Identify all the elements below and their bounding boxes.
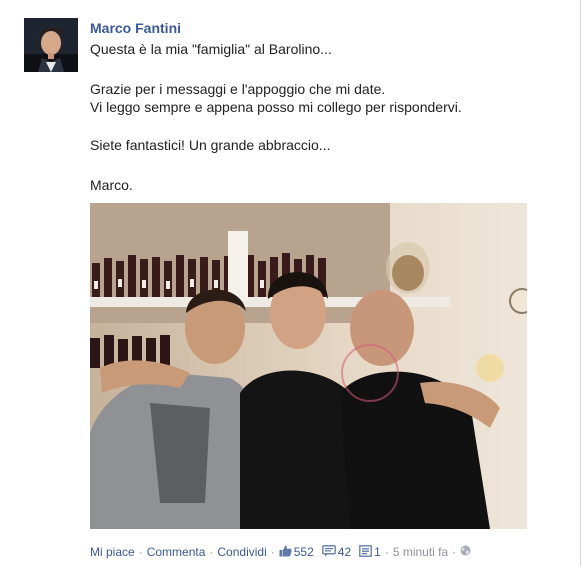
- separator: ·: [270, 545, 275, 559]
- share-icon: [359, 544, 372, 560]
- post-actions-bar: Mi piace · Commenta · Condividi · 552 42…: [90, 544, 473, 560]
- avatar-photo: [24, 18, 78, 72]
- comment-icon: [321, 544, 336, 560]
- post-text-line-1: Questa è la mia "famiglia" al Barolino..…: [90, 41, 332, 57]
- share-button[interactable]: Condividi: [217, 545, 266, 559]
- post-text-line-4: Siete fantastici! Un grande abbraccio...: [90, 137, 331, 153]
- separator: ·: [384, 545, 389, 559]
- comments-count[interactable]: 42: [338, 545, 351, 559]
- post-photo[interactable]: [90, 203, 527, 529]
- photo-image: [90, 203, 527, 529]
- separator: ·: [209, 545, 214, 559]
- avatar[interactable]: [24, 18, 78, 72]
- thumbs-up-icon: [279, 545, 292, 560]
- post-text-line-3: Vi leggo sempre e appena posso mi colleg…: [90, 99, 462, 115]
- author-name[interactable]: Marco Fantini: [90, 20, 181, 36]
- separator: ·: [452, 545, 457, 559]
- likes-count[interactable]: 552: [294, 545, 314, 559]
- shares-count[interactable]: 1: [374, 545, 381, 559]
- timestamp[interactable]: 5 minuti fa: [393, 545, 448, 559]
- post-text-line-5: Marco.: [90, 177, 133, 193]
- separator: ·: [138, 545, 143, 559]
- globe-icon[interactable]: [460, 545, 471, 559]
- comment-button[interactable]: Commenta: [147, 545, 206, 559]
- like-button[interactable]: Mi piace: [90, 545, 135, 559]
- post-text-line-2: Grazie per i messaggi e l'appoggio che m…: [90, 81, 386, 97]
